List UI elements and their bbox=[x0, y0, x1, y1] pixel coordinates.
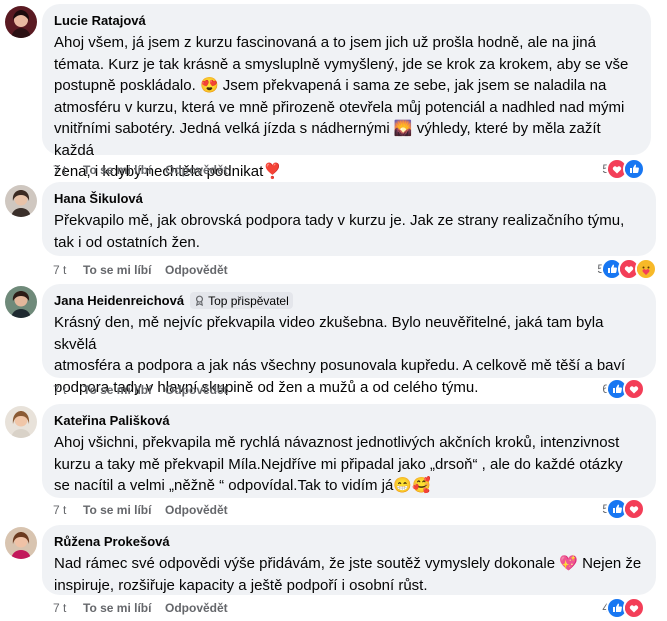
comment-line: kurzu a taky mě překvapil Míla.Nejdříve … bbox=[54, 455, 623, 473]
comment-bubble: Hana Šikulová Překvapilo mě, jak obrovsk… bbox=[42, 182, 656, 256]
timestamp[interactable]: 7 t bbox=[53, 502, 83, 518]
badge-icon bbox=[196, 295, 204, 306]
timestamp[interactable]: 7 t bbox=[53, 262, 83, 278]
reply-button[interactable]: Odpovědět bbox=[165, 600, 228, 616]
comment-line: Krásný den, mě nejvíc překvapila video z… bbox=[54, 314, 604, 353]
comment-line: se nacítil a velmi „něžně “ odpovídal.Ta… bbox=[54, 477, 431, 494]
love-reaction-icon bbox=[623, 597, 645, 619]
like-button[interactable]: To se mi líbí bbox=[83, 382, 165, 398]
author-name[interactable]: Jana Heidenreichová bbox=[54, 292, 184, 309]
comment-line: atmosféru v kurzu, která ve mně přirozen… bbox=[54, 98, 625, 116]
comment-bubble: Růžena Prokešová Nad rámec své odpovědi … bbox=[42, 525, 656, 595]
reply-button[interactable]: Odpovědět bbox=[165, 262, 228, 278]
comment-actions: 7 t To se mi líbí Odpovědět bbox=[53, 600, 228, 616]
comment-line: témata. Kurz je tak krásně a smysluplně … bbox=[54, 55, 629, 73]
author-name[interactable]: Hana Šikulová bbox=[54, 190, 143, 207]
comment-line: Ahoj všem, já jsem z kurzu fascinovaná a… bbox=[54, 34, 596, 51]
author-name[interactable]: Růžena Prokešová bbox=[54, 533, 170, 550]
timestamp[interactable]: 7 t bbox=[53, 162, 83, 178]
comment-bubble: Jana Heidenreichová Top přispěvatel Krásn… bbox=[42, 284, 656, 396]
reply-button[interactable]: Odpovědět bbox=[165, 502, 228, 518]
like-button[interactable]: To se mi líbí bbox=[83, 162, 165, 178]
comment-bubble: Lucie Ratajová Ahoj všem, já jsem z kurz… bbox=[42, 4, 651, 180]
avatar[interactable] bbox=[5, 527, 37, 559]
like-reaction-icon bbox=[623, 158, 645, 180]
timestamp[interactable]: 7 t bbox=[53, 382, 83, 398]
author-name[interactable]: Lucie Ratajová bbox=[54, 12, 146, 29]
comment-line: postupně poskládalo. 😍 Jsem překvapená i… bbox=[54, 77, 607, 94]
avatar[interactable] bbox=[5, 185, 37, 217]
comment-line: atmosféra a podpora a jak nás všechny po… bbox=[54, 357, 626, 374]
comment-bubble: Kateřina Pališková Ahoj všichni, překvap… bbox=[42, 404, 656, 498]
comment-actions: 7 t To se mi líbí Odpovědět bbox=[53, 162, 228, 178]
care-reaction-icon bbox=[635, 258, 657, 280]
reaction-summary[interactable]: 6 bbox=[602, 378, 645, 400]
reply-button[interactable]: Odpovědět bbox=[165, 162, 228, 178]
comment-actions: 7 t To se mi líbí Odpovědět bbox=[53, 502, 228, 518]
like-button[interactable]: To se mi líbí bbox=[83, 262, 165, 278]
reaction-summary[interactable]: 5 bbox=[602, 498, 645, 520]
comment-line: tak i od ostatních žen. bbox=[54, 233, 200, 251]
comment-line: Nad rámec své odpovědi výše přidávám, že… bbox=[54, 555, 642, 572]
reaction-summary[interactable]: 4 bbox=[602, 597, 645, 619]
comment-text: Ahoj všichni, překvapila mě rychlá návaz… bbox=[54, 432, 644, 497]
reaction-summary[interactable]: 5 bbox=[597, 258, 657, 280]
comment-text: Ahoj všem, já jsem z kurzu fascinovaná a… bbox=[54, 32, 639, 183]
badge-label: Top přispěvatel bbox=[208, 293, 289, 308]
reply-button[interactable]: Odpovědět bbox=[165, 382, 228, 398]
comment-line: inspiruje, rozšiřuje kapacity a ještě po… bbox=[54, 576, 428, 594]
comment-actions: 7 t To se mi líbí Odpovědět bbox=[53, 382, 228, 398]
avatar[interactable] bbox=[5, 286, 37, 318]
like-button[interactable]: To se mi líbí bbox=[83, 502, 165, 518]
love-reaction-icon bbox=[623, 498, 645, 520]
top-contributor-badge[interactable]: Top přispěvatel bbox=[190, 292, 293, 309]
comment-line: Ahoj všichni, překvapila mě rychlá návaz… bbox=[54, 434, 620, 451]
reaction-summary[interactable]: 5 bbox=[602, 158, 645, 180]
comment-line: Překvapilo mě, jak obrovská podpora tady… bbox=[54, 212, 625, 229]
timestamp[interactable]: 7 t bbox=[53, 600, 83, 616]
comment-text: Nad rámec své odpovědi výše přidávám, že… bbox=[54, 553, 644, 596]
like-button[interactable]: To se mi líbí bbox=[83, 600, 165, 616]
love-reaction-icon bbox=[623, 378, 645, 400]
comment-text: Překvapilo mě, jak obrovská podpora tady… bbox=[54, 210, 644, 253]
avatar[interactable] bbox=[5, 406, 37, 438]
comment-actions: 7 t To se mi líbí Odpovědět bbox=[53, 262, 228, 278]
avatar[interactable] bbox=[5, 6, 37, 38]
author-name[interactable]: Kateřina Pališková bbox=[54, 412, 170, 429]
comment-line: vnitřními sabotéry. Jedná velká jízda s … bbox=[54, 120, 601, 159]
